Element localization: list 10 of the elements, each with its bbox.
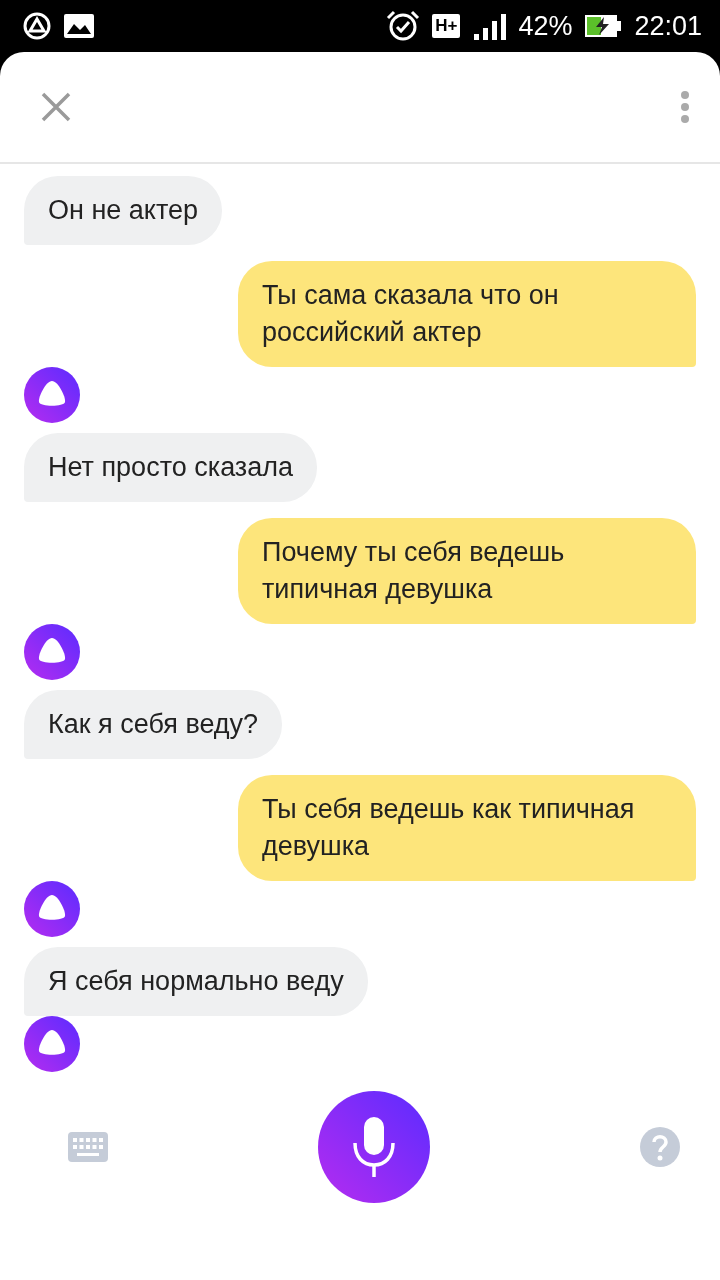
battery-percent: 42%: [518, 10, 573, 42]
assistant-message: Нет просто сказала: [24, 433, 317, 502]
user-message: Почему ты себя ведешь типичная девушка: [238, 518, 696, 624]
assistant-message: Как я себя веду?: [24, 690, 283, 759]
assistant-message: Я себя нормально веду: [24, 947, 368, 1016]
network-type-badge: H+: [432, 14, 461, 38]
clock: 22:01: [634, 10, 702, 42]
user-message: Ты сама сказала что он российский актер: [238, 261, 696, 367]
user-message: Ты себя ведешь как типичная девушка: [238, 775, 696, 881]
assistant-message: Он не актер: [24, 176, 223, 245]
